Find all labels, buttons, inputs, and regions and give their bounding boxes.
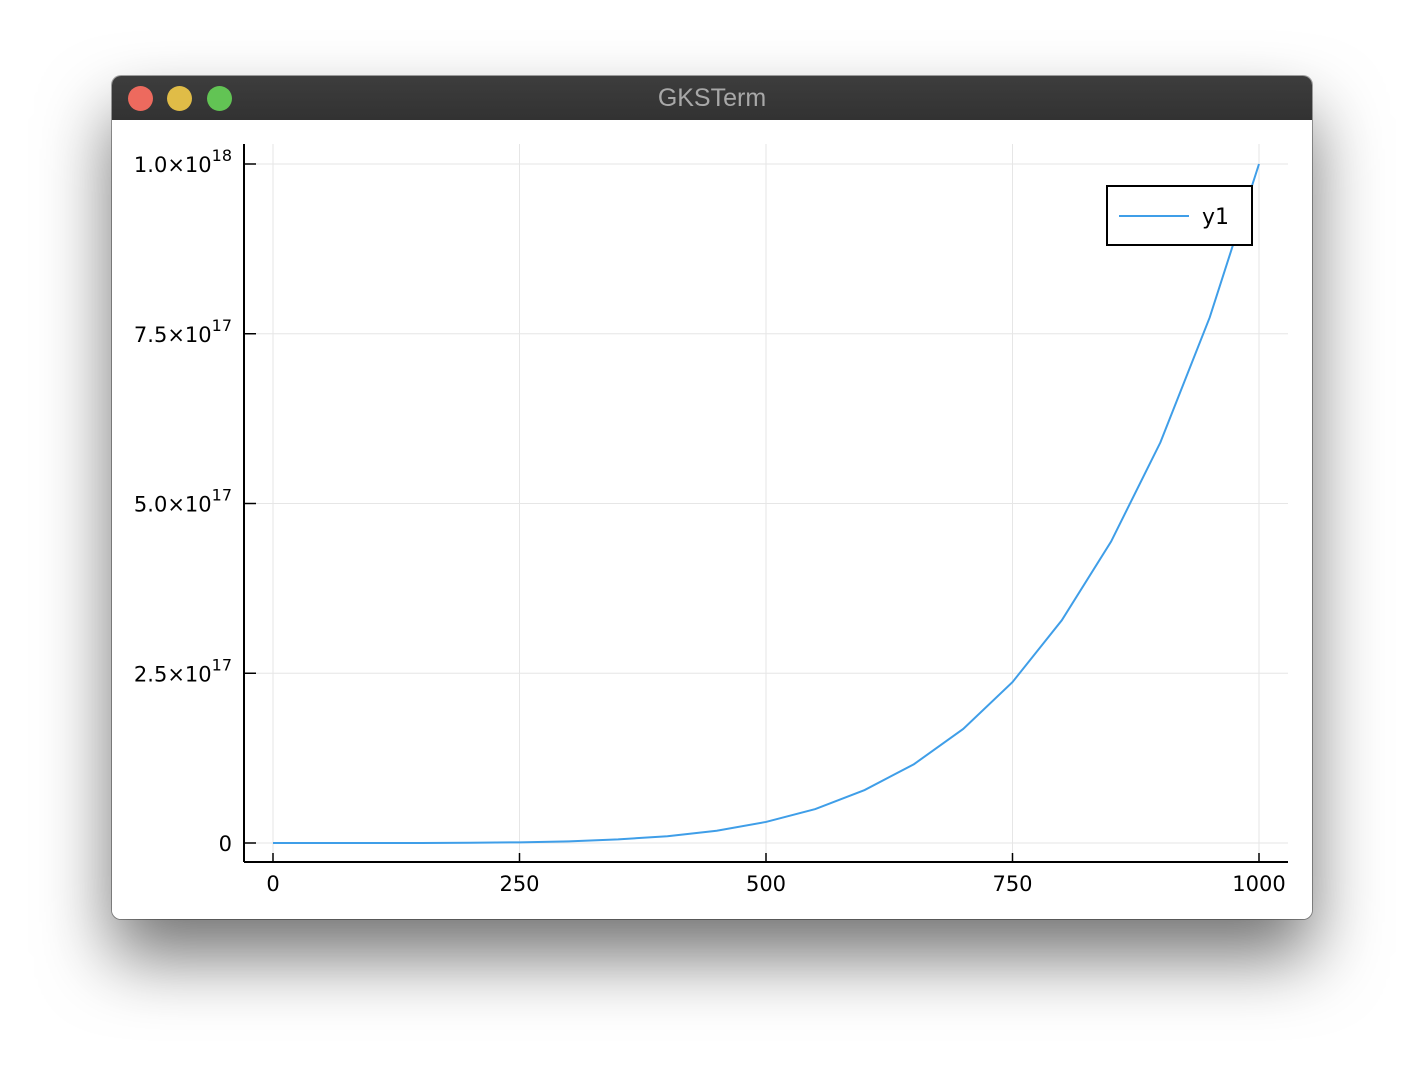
title-bar[interactable]: GKSTerm: [112, 76, 1312, 121]
x-tick-label: 1000: [1232, 872, 1285, 896]
plot-area: 0 250 500 750 1000 0 2.5×1017 5.0×1017 7.5×1017 1…: [112, 120, 1312, 919]
x-tick-label: 250: [499, 872, 539, 896]
y-tick-label: 7.5×1017: [134, 316, 232, 347]
y-tick-label: 5.0×1017: [134, 486, 232, 517]
legend-label: y1: [1202, 205, 1229, 230]
window-title: GKSTerm: [657, 84, 767, 112]
y-tick-label: 1.0×1018: [134, 146, 232, 177]
y-tick-label: 2.5×1017: [134, 655, 232, 686]
y-tick-label: 0: [219, 832, 232, 856]
x-tick-label: 0: [266, 872, 279, 896]
x-tick-label: 500: [746, 872, 786, 896]
tick-labels: 0 250 500 750 1000 0 2.5×1017 5.0×1017 7.5×1017 1…: [134, 146, 1286, 896]
gksterm-window: GKSTerm 0 250 500 750 1000 0 2.5×1017 5.0×1017 7…: [112, 76, 1312, 919]
grid-lines: [244, 144, 1288, 862]
line-chart: 0 250 500 750 1000 0 2.5×1017 5.0×1017 7.5×1017 1…: [134, 144, 1288, 896]
x-tick-label: 750: [992, 872, 1032, 896]
legend: y1: [1106, 185, 1253, 246]
